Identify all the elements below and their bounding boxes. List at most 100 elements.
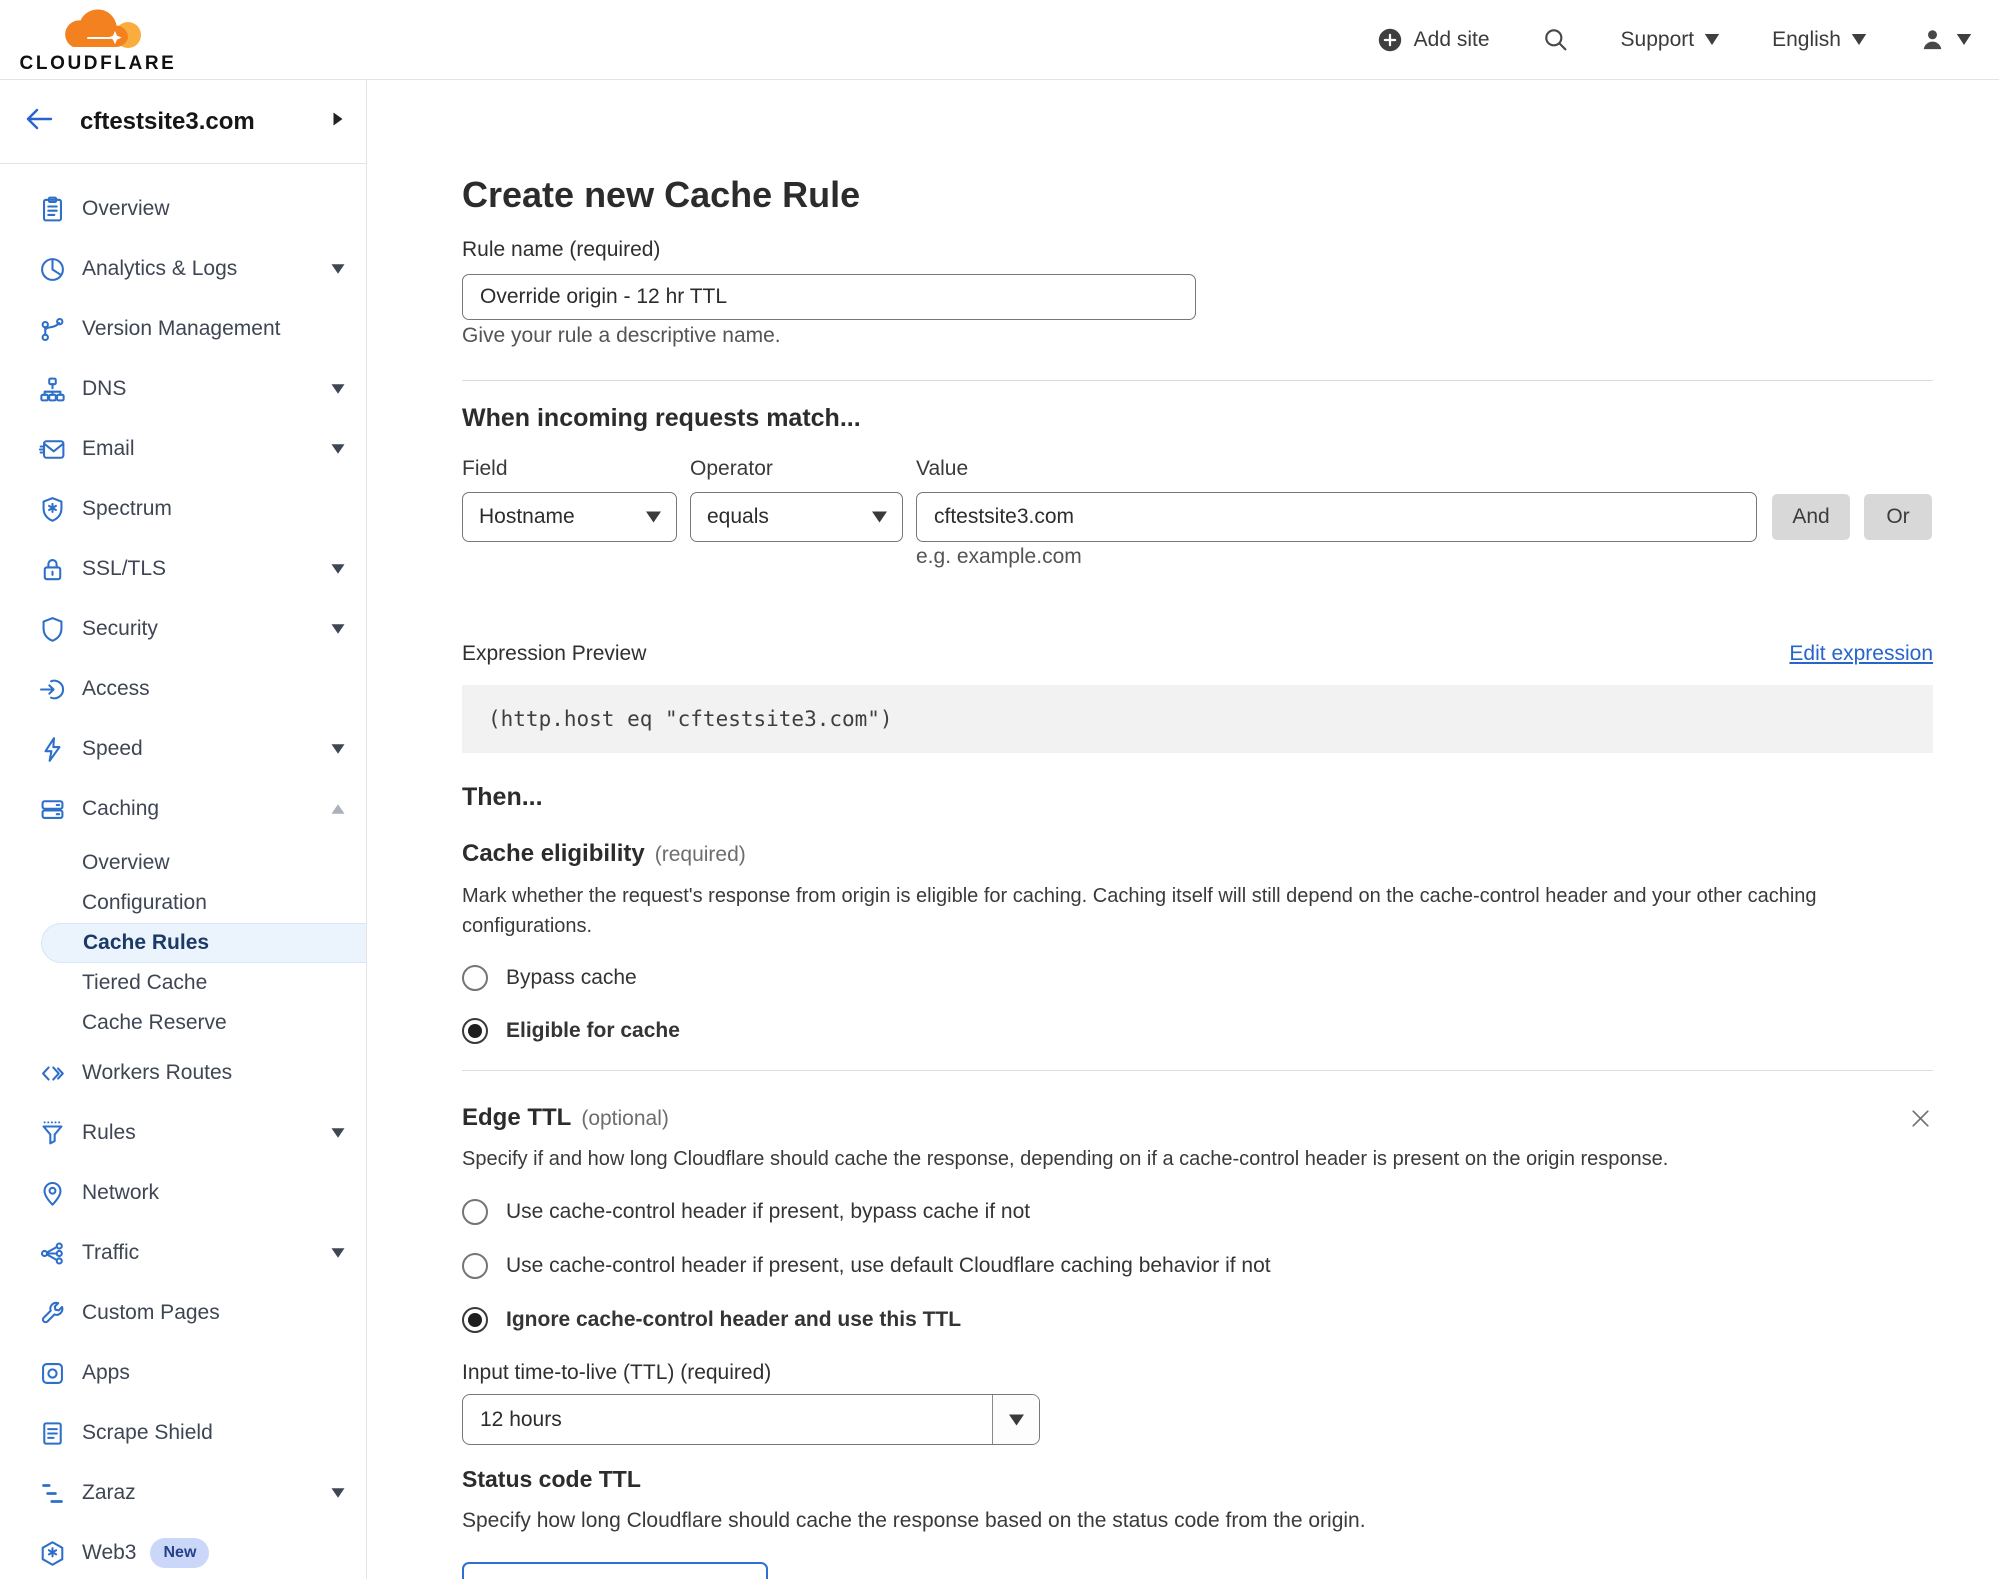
logo-wordmark: CLOUDFLARE <box>19 53 177 74</box>
radio-icon[interactable] <box>462 1307 488 1333</box>
sidebar-item-zaraz[interactable]: Zaraz <box>0 1463 366 1523</box>
sidebar-item-custom-pages[interactable]: Custom Pages <box>0 1283 366 1343</box>
ttl-select[interactable]: 12 hours <box>462 1394 1040 1445</box>
chevron-down-icon <box>331 384 345 395</box>
shield-icon <box>37 614 67 644</box>
required-note: (required) <box>654 843 746 866</box>
field-select[interactable]: Hostname <box>462 492 677 542</box>
sidebar-item-workers-routes[interactable]: Workers Routes <box>0 1043 366 1103</box>
value-label: Value <box>916 457 969 480</box>
chevron-down-icon <box>1851 33 1867 46</box>
sidebar-item-security[interactable]: Security <box>0 599 366 659</box>
sidebar-item-analytics-logs[interactable]: Analytics & Logs <box>0 239 366 299</box>
chevron-up-icon <box>331 804 345 815</box>
section-divider <box>462 380 1933 381</box>
lightning-icon <box>37 734 67 764</box>
sidebar: cftestsite3.com Overview Analytics & Logs… <box>0 80 367 1579</box>
sidebar-item-web3[interactable]: Web3 New <box>0 1523 366 1579</box>
branch-icon <box>37 314 67 344</box>
share-icon <box>37 1238 67 1268</box>
cache-eligibility-option-bypass-cache[interactable]: Bypass cache <box>462 964 1933 992</box>
chevron-down-icon <box>331 444 345 455</box>
back-arrow-icon[interactable] <box>24 106 54 137</box>
radio-icon[interactable] <box>462 1018 488 1044</box>
clipboard-icon <box>37 194 67 224</box>
sidebar-item-spectrum[interactable]: Spectrum <box>0 479 366 539</box>
cloudflare-dashboard: CLOUDFLARE Add site Support English cfte… <box>0 0 1999 1579</box>
sidebar-item-configuration[interactable]: Configuration <box>0 883 366 923</box>
sidebar-item-ssl-tls[interactable]: SSL/TLS <box>0 539 366 599</box>
expression-code: (http.host eq "cftestsite3.com") <box>462 685 1933 753</box>
sidebar-item-network[interactable]: Network <box>0 1163 366 1223</box>
search-button[interactable] <box>1542 26 1569 53</box>
sidebar-item-cache-rules[interactable]: Cache Rules <box>41 923 366 963</box>
sidebar-item-tiered-cache[interactable]: Tiered Cache <box>0 963 366 1003</box>
edit-expression-link[interactable]: Edit expression <box>1789 641 1933 667</box>
status-code-ttl-description: Specify how long Cloudflare should cache… <box>462 1509 1366 1532</box>
sidebar-item-traffic[interactable]: Traffic <box>0 1223 366 1283</box>
plus-circle-icon <box>1376 26 1404 54</box>
support-menu[interactable]: Support <box>1621 28 1721 52</box>
operator-select[interactable]: equals <box>690 492 903 542</box>
site-name: cftestsite3.com <box>80 107 255 135</box>
cloudflare-logo[interactable]: CLOUDFLARE <box>18 4 178 75</box>
sidebar-subnav: Overview Configuration Cache Rules Tiered C… <box>0 843 366 1043</box>
envelope-icon <box>37 434 67 464</box>
sidebar-item-cache-reserve[interactable]: Cache Reserve <box>0 1003 366 1043</box>
edge-ttl-option-use-cache-control-header-if-present-bypass-cache-if-not[interactable]: Use cache-control header if present, byp… <box>462 1198 1933 1226</box>
and-button[interactable]: And <box>1772 494 1850 540</box>
or-button[interactable]: Or <box>1864 494 1932 540</box>
edge-ttl-options: Use cache-control header if present, byp… <box>462 1198 1933 1334</box>
lock-icon <box>37 554 67 584</box>
cache-eligibility-option-eligible-for-cache[interactable]: Eligible for cache <box>462 1017 1933 1045</box>
site-switcher-caret-icon[interactable] <box>332 111 344 132</box>
login-icon <box>37 674 67 704</box>
value-hint: e.g. example.com <box>916 545 1082 568</box>
edge-ttl-option-use-cache-control-header-if-present-use-default-cloudflare-caching-behavior-if-not[interactable]: Use cache-control header if present, use… <box>462 1252 1933 1280</box>
expression-preview-label: Expression Preview <box>462 642 647 665</box>
radio-icon[interactable] <box>462 1199 488 1225</box>
header-actions: Add site Support English <box>1376 26 1972 54</box>
value-input[interactable] <box>916 492 1757 542</box>
chevron-down-icon <box>331 564 345 575</box>
sidebar-item-speed[interactable]: Speed <box>0 719 366 779</box>
filter-icon <box>37 1118 67 1148</box>
chevron-down-icon <box>331 1488 345 1499</box>
chevron-down-icon[interactable] <box>992 1395 1039 1444</box>
sidebar-item-overview[interactable]: Overview <box>0 179 366 239</box>
add-status-code-setting-button[interactable]: + Add status code setting <box>462 1562 768 1579</box>
sitemap-icon <box>37 374 67 404</box>
cube-icon <box>37 1538 67 1568</box>
radio-icon[interactable] <box>462 1253 488 1279</box>
document-icon <box>37 1418 67 1448</box>
chevron-down-icon <box>331 1248 345 1259</box>
bars-icon <box>37 1478 67 1508</box>
sidebar-item-access[interactable]: Access <box>0 659 366 719</box>
sidebar-item-email[interactable]: Email <box>0 419 366 479</box>
chevron-down-icon <box>331 624 345 635</box>
plus-icon: + <box>491 1575 507 1579</box>
chevron-down-icon <box>1956 33 1972 46</box>
sidebar-item-rules[interactable]: Rules <box>0 1103 366 1163</box>
pie-chart-icon <box>37 254 67 284</box>
account-menu[interactable] <box>1919 26 1972 53</box>
sidebar-item-overview[interactable]: Overview <box>0 843 366 883</box>
sidebar-item-apps[interactable]: Apps <box>0 1343 366 1403</box>
shield-asterisk-icon <box>37 494 67 524</box>
chevron-down-icon <box>871 510 888 524</box>
edge-ttl-option-ignore-cache-control-header-and-use-this-ttl[interactable]: Ignore cache-control header and use this… <box>462 1306 1933 1334</box>
chevron-down-icon <box>1704 33 1720 46</box>
close-icon[interactable] <box>1908 1106 1933 1131</box>
language-menu[interactable]: English <box>1772 28 1867 52</box>
new-badge: New <box>150 1538 210 1568</box>
sidebar-item-dns[interactable]: DNS <box>0 359 366 419</box>
then-heading: Then... <box>462 783 543 811</box>
main-content: Create new Cache Rule Rule name (require… <box>367 80 1999 1579</box>
sidebar-item-caching[interactable]: Caching <box>0 779 366 839</box>
sidebar-item-version-management[interactable]: Version Management <box>0 299 366 359</box>
optional-note: (optional) <box>581 1107 669 1130</box>
radio-icon[interactable] <box>462 965 488 991</box>
sidebar-item-scrape-shield[interactable]: Scrape Shield <box>0 1403 366 1463</box>
rule-name-input[interactable] <box>462 274 1196 320</box>
add-site-button[interactable]: Add site <box>1376 26 1490 54</box>
